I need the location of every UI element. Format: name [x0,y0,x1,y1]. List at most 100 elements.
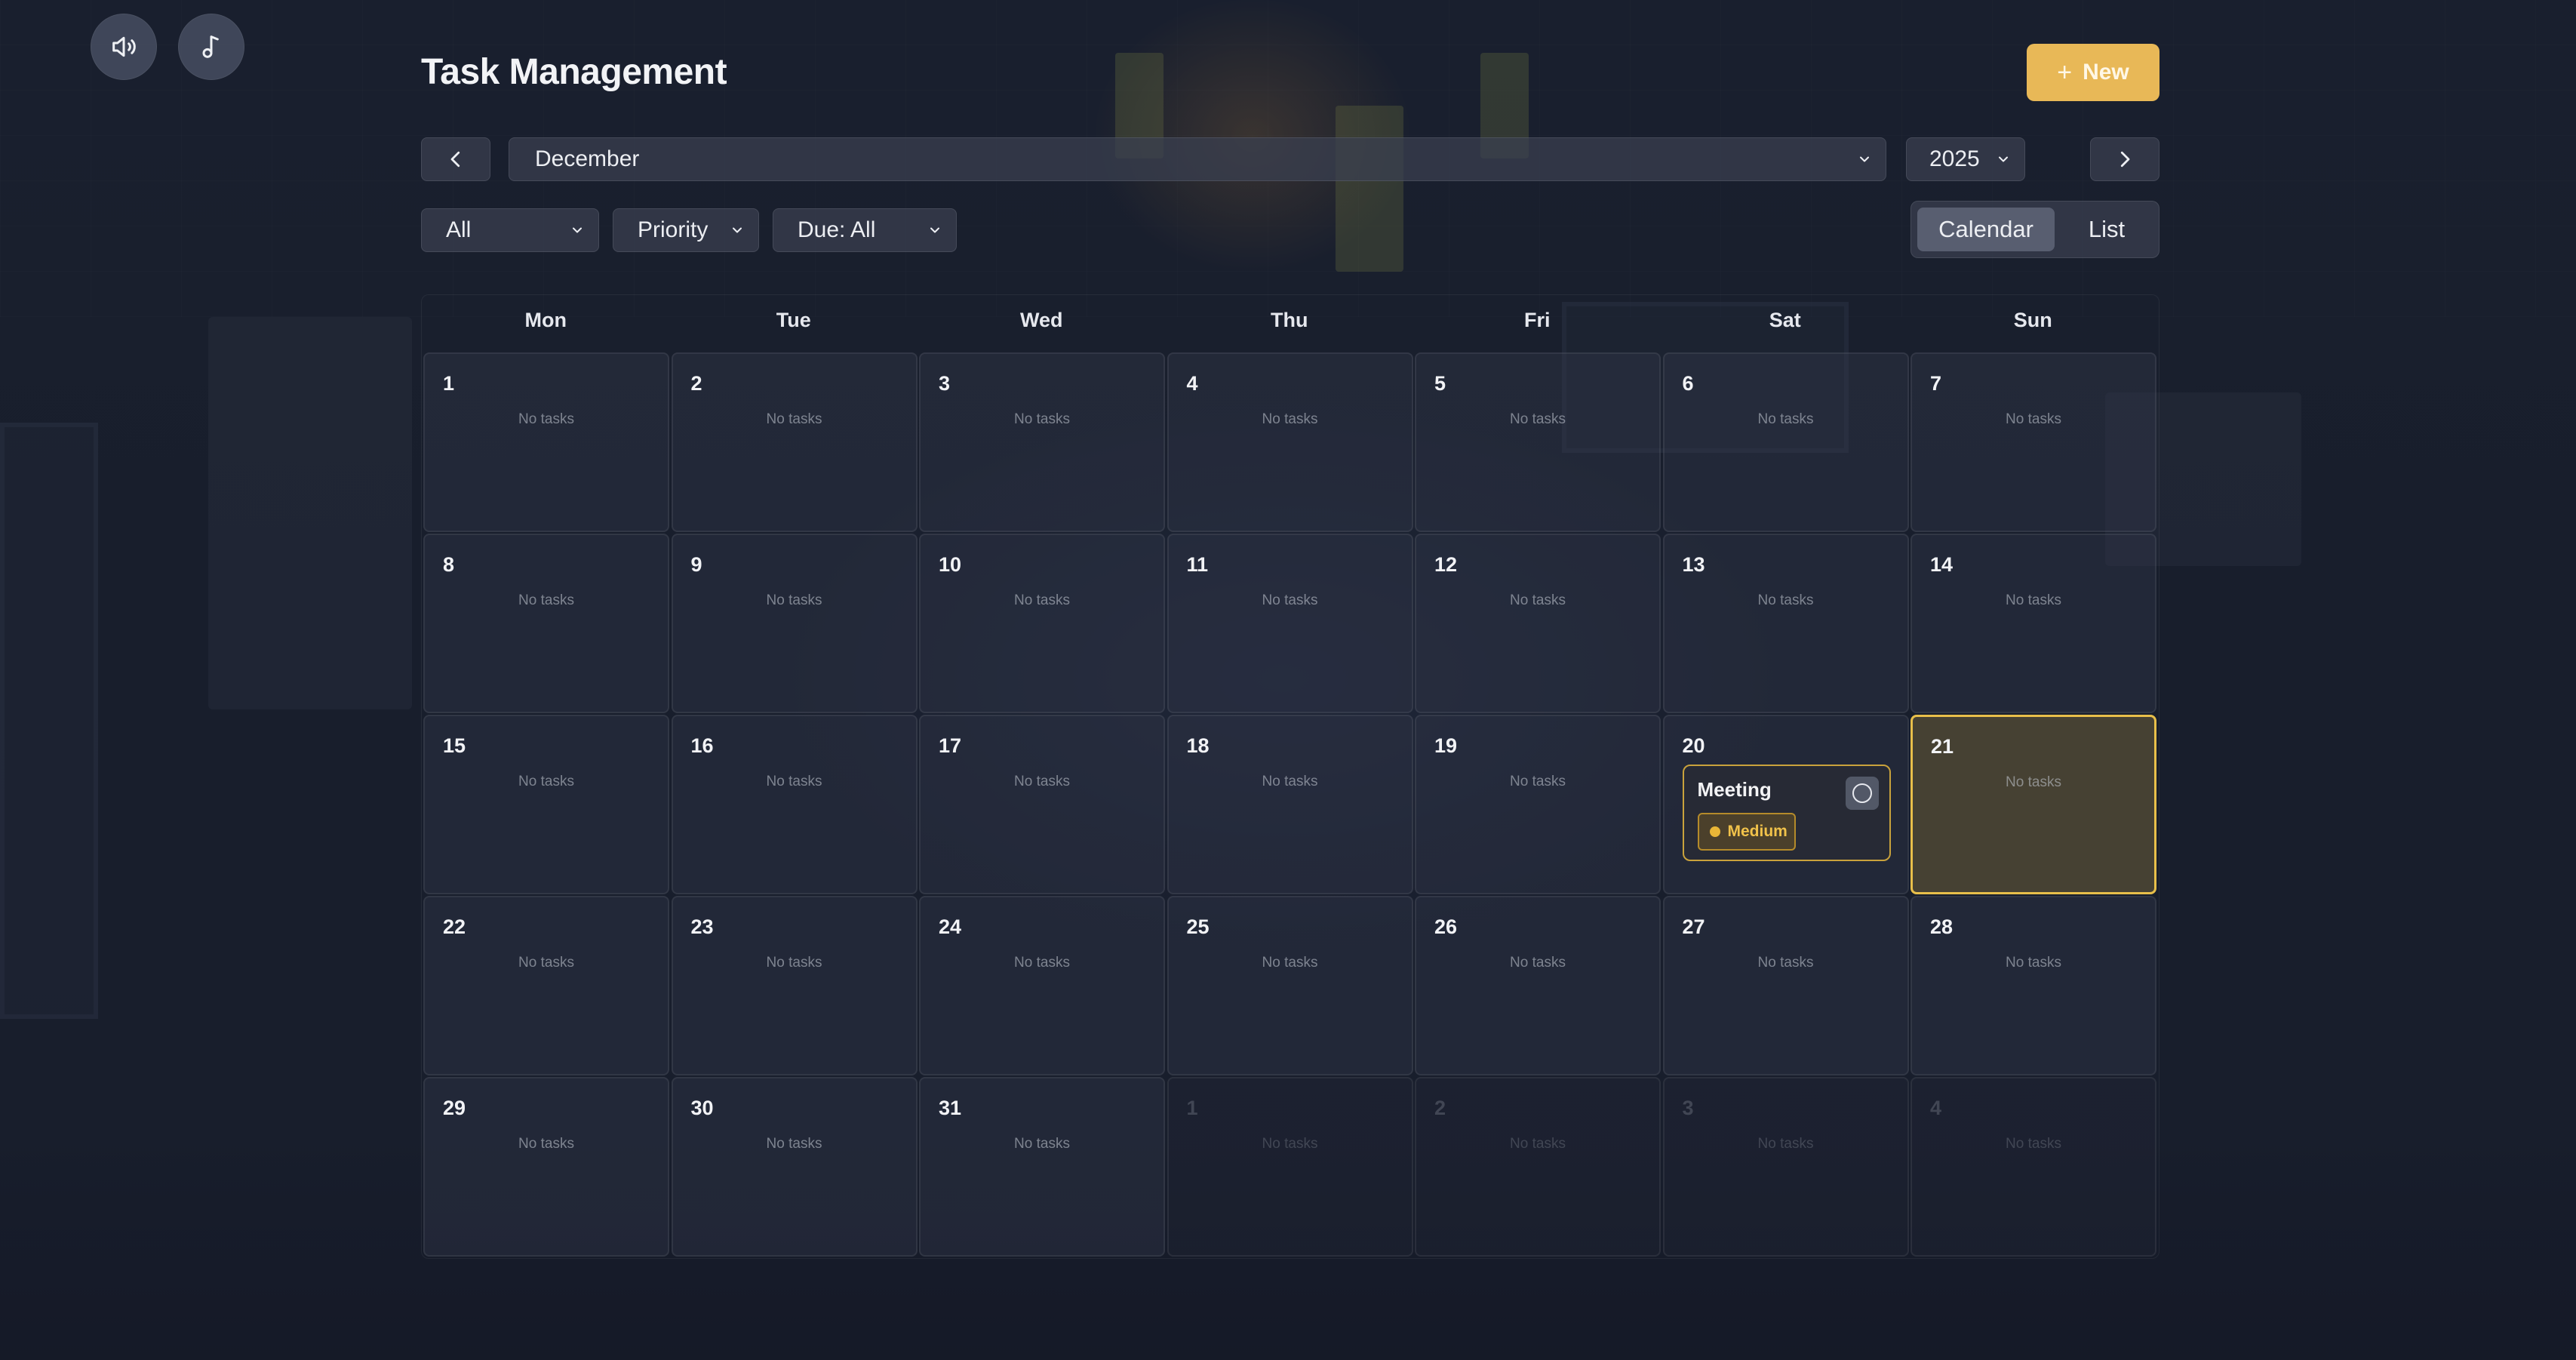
calendar-day-outside[interactable]: 3 No tasks [1662,1077,1909,1257]
day-number: 2 [690,372,702,395]
calendar-day-outside[interactable]: 4 No tasks [1910,1077,2156,1257]
calendar-day-29[interactable]: 29 No tasks [423,1077,669,1257]
no-tasks-label: No tasks [1262,592,1318,608]
due-filter-select[interactable]: Due: All [773,208,957,252]
no-tasks-label: No tasks [518,411,574,427]
day-number: 11 [1186,553,1209,576]
day-number: 7 [1930,372,1942,395]
plus-icon: + [2057,58,2073,87]
month-select[interactable]: December [509,137,1886,181]
no-tasks-label: No tasks [1510,955,1566,971]
day-number: 30 [690,1097,714,1119]
calendar-day-4[interactable]: 4 No tasks [1167,352,1413,532]
calendar-day-outside[interactable]: 1 No tasks [1167,1077,1413,1257]
calendar-day-27[interactable]: 27 No tasks [1662,896,1909,1075]
calendar: Mon Tue Wed Thu Fri Sat Sun 1 No tasks 2 No… [421,294,2159,1259]
no-tasks-label: No tasks [1757,411,1814,427]
calendar-day-30[interactable]: 30 No tasks [671,1077,918,1257]
weekday-label: Sat [1769,309,1801,331]
calendar-day-11[interactable]: 11 No tasks [1167,534,1413,713]
calendar-day-12[interactable]: 12 No tasks [1415,534,1661,713]
no-tasks-label: No tasks [1757,955,1814,971]
day-number: 18 [1186,734,1210,757]
priority-badge: Medium [1697,813,1796,851]
calendar-day-28[interactable]: 28 No tasks [1910,896,2156,1075]
view-list-tab[interactable]: List [2061,208,2153,251]
calendar-day-8[interactable]: 8 No tasks [423,534,669,713]
next-month-button[interactable] [2090,137,2159,181]
day-number: 10 [939,553,962,576]
calendar-day-24[interactable]: 24 No tasks [919,896,1165,1075]
chevron-down-icon [573,227,582,233]
calendar-day-5[interactable]: 5 No tasks [1415,352,1661,532]
no-tasks-label: No tasks [766,774,822,789]
new-task-button[interactable]: + New [2027,44,2159,101]
no-tasks-label: No tasks [1757,1136,1814,1152]
calendar-day-6[interactable]: 6 No tasks [1662,352,1909,532]
calendar-day-22[interactable]: 22 No tasks [423,896,669,1075]
no-tasks-label: No tasks [766,955,822,971]
calendar-grid: 1 No tasks 2 No tasks 3 No tasks 4 No tasks 5 No … [423,352,2159,1258]
day-number: 3 [1682,1097,1694,1119]
no-tasks-label: No tasks [518,955,574,971]
no-tasks-label: No tasks [1262,955,1318,971]
no-tasks-label: No tasks [1262,411,1318,427]
year-select[interactable]: 2025 [1906,137,2025,181]
calendar-day-19[interactable]: 19 No tasks [1415,715,1661,894]
task-card[interactable]: Meeting Medium [1682,765,1891,861]
calendar-day-13[interactable]: 13 No tasks [1662,534,1909,713]
prev-month-button[interactable] [421,137,490,181]
chevron-right-icon [2120,151,2130,168]
task-complete-toggle[interactable] [1845,777,1879,810]
weekday-header: Mon Tue Wed Thu Fri Sat Sun [422,295,2159,352]
day-number: 1 [443,372,455,395]
calendar-day-20[interactable]: 20 Meeting Medium [1662,715,1909,894]
speaker-icon [112,36,136,57]
calendar-day-outside[interactable]: 2 No tasks [1415,1077,1661,1257]
day-number: 17 [939,734,962,757]
calendar-day-16[interactable]: 16 No tasks [671,715,918,894]
calendar-day-15[interactable]: 15 No tasks [423,715,669,894]
weekday-label: Thu [1271,309,1308,331]
calendar-day-9[interactable]: 9 No tasks [671,534,918,713]
calendar-day-18[interactable]: 18 No tasks [1167,715,1413,894]
sound-toggle-button[interactable] [91,14,157,80]
calendar-day-3[interactable]: 3 No tasks [919,352,1165,532]
day-number: 4 [1186,372,1198,395]
no-tasks-label: No tasks [2006,1136,2061,1152]
task-title: Meeting [1697,778,1772,801]
day-number: 23 [690,915,714,938]
chevron-down-icon [733,227,742,233]
weekday-label: Mon [524,309,567,331]
no-tasks-label: No tasks [1014,955,1070,971]
calendar-day-17[interactable]: 17 No tasks [919,715,1165,894]
calendar-day-26[interactable]: 26 No tasks [1415,896,1661,1075]
no-tasks-label: No tasks [1014,411,1070,427]
day-number: 9 [690,553,702,576]
calendar-day-31[interactable]: 31 No tasks [919,1077,1165,1257]
day-number: 26 [1434,915,1458,938]
priority-filter-select[interactable]: Priority [613,208,759,252]
day-number: 13 [1682,553,1705,576]
no-tasks-label: No tasks [766,592,822,608]
day-number: 20 [1682,734,1705,757]
calendar-day-14[interactable]: 14 No tasks [1910,534,2156,713]
day-number: 1 [1186,1097,1198,1119]
calendar-day-1[interactable]: 1 No tasks [423,352,669,532]
calendar-day-25[interactable]: 25 No tasks [1167,896,1413,1075]
status-filter-value: All [446,217,472,242]
calendar-day-23[interactable]: 23 No tasks [671,896,918,1075]
status-filter-select[interactable]: All [421,208,599,252]
view-calendar-tab[interactable]: Calendar [1917,208,2055,251]
no-tasks-label: No tasks [1014,592,1070,608]
calendar-day-7[interactable]: 7 No tasks [1910,352,2156,532]
priority-label: Medium [1727,823,1788,840]
music-toggle-button[interactable] [178,14,244,80]
calendar-day-10[interactable]: 10 No tasks [919,534,1165,713]
day-number: 27 [1682,915,1705,938]
calendar-day-2[interactable]: 2 No tasks [671,352,918,532]
calendar-day-21[interactable]: 21 No tasks [1910,715,2156,894]
day-number: 3 [939,372,951,395]
day-number: 6 [1682,372,1694,395]
month-value: December [535,146,640,171]
